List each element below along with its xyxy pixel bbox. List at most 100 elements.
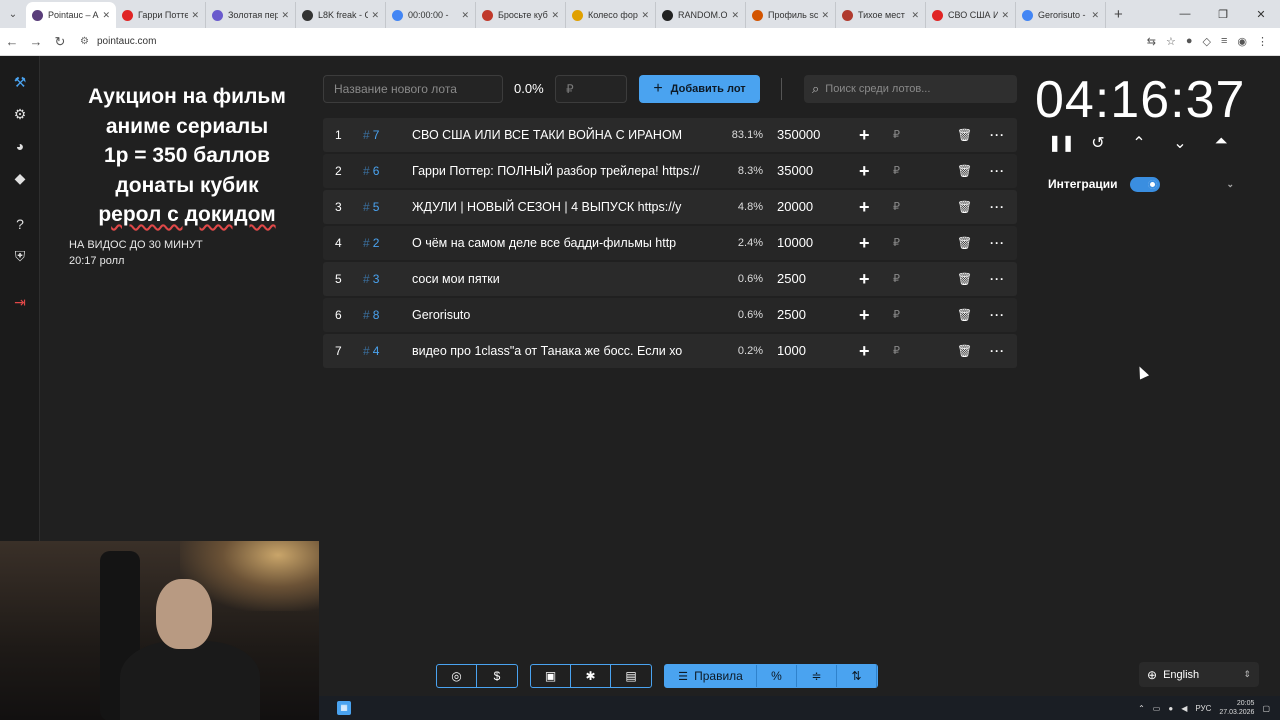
site-info-icon[interactable]: ⚙ bbox=[80, 36, 89, 47]
lot-id[interactable]: #3 bbox=[363, 262, 379, 296]
lot-id[interactable]: #6 bbox=[363, 154, 379, 188]
chevron-down-icon[interactable]: ⌄ bbox=[1226, 179, 1234, 190]
lot-name[interactable]: видео про 1class"a от Танака же босс. Ес… bbox=[412, 334, 712, 368]
network-icon[interactable]: ▭ bbox=[1153, 704, 1161, 713]
donate-dollar-icon[interactable]: $ bbox=[477, 665, 517, 687]
browser-tab[interactable]: СВО США И ✕ bbox=[926, 2, 1016, 28]
tab-close-icon[interactable]: ✕ bbox=[1091, 10, 1099, 21]
lot-amount[interactable]: 1000 bbox=[777, 334, 806, 368]
forward-icon[interactable]: → bbox=[24, 34, 48, 49]
trash-icon[interactable]: 🗑 bbox=[957, 190, 972, 224]
reload-icon[interactable]: ↻ bbox=[48, 34, 72, 50]
settings-gear-icon[interactable]: ⚙ bbox=[10, 104, 30, 124]
menu-icon[interactable]: ⋮ bbox=[1257, 35, 1268, 48]
trash-icon[interactable]: 🗑 bbox=[957, 226, 972, 260]
lot-id[interactable]: #7 bbox=[363, 118, 379, 152]
lot-name[interactable]: соси мои пятки bbox=[412, 262, 712, 296]
lot-id[interactable]: #2 bbox=[363, 226, 379, 260]
lot-name[interactable]: ЖДУЛИ | НОВЫЙ СЕЗОН | 4 ВЫПУСК https://y bbox=[412, 190, 712, 224]
close-window-icon[interactable]: ✕ bbox=[1242, 8, 1280, 21]
chevron-down-icon[interactable]: ⌄ bbox=[1171, 133, 1189, 153]
add-lot-button[interactable]: + Добавить лот bbox=[639, 75, 760, 103]
browser-tab[interactable]: Колесо фор ✕ bbox=[566, 2, 656, 28]
calculator-app-icon[interactable]: ▦ bbox=[337, 701, 351, 715]
more-options-icon[interactable]: ··· bbox=[990, 226, 1005, 260]
lot-amount[interactable]: 2500 bbox=[777, 298, 806, 332]
tab-close-icon[interactable]: ✕ bbox=[551, 10, 559, 21]
extensions-puzzle-icon[interactable]: ◇ bbox=[1203, 35, 1211, 48]
tab-close-icon[interactable]: ✕ bbox=[911, 10, 919, 21]
more-options-icon[interactable]: ··· bbox=[990, 262, 1005, 296]
trash-icon[interactable]: 🗑 bbox=[957, 298, 972, 332]
volume-icon[interactable]: ◀ bbox=[1181, 704, 1187, 713]
integrations-panel[interactable]: Интеграции ⌄ bbox=[1038, 170, 1246, 198]
new-lot-amount-input[interactable]: ₽ bbox=[555, 75, 627, 103]
browser-tab[interactable]: RANDOM.O ✕ bbox=[656, 2, 746, 28]
lot-name[interactable]: О чём на самом деле все бадди-фильмы htt… bbox=[412, 226, 712, 260]
add-amount-icon[interactable]: + bbox=[859, 334, 870, 368]
tab-close-icon[interactable]: ✕ bbox=[1001, 10, 1009, 21]
more-options-icon[interactable]: ··· bbox=[990, 190, 1005, 224]
sort-icon[interactable]: ⇅ bbox=[837, 665, 877, 687]
chevron-up-icon[interactable]: ⌃ bbox=[1130, 133, 1148, 153]
auction-gavel-icon[interactable]: ⚒ bbox=[10, 72, 30, 92]
lot-amount[interactable]: 350000 bbox=[777, 118, 820, 152]
lot-amount[interactable]: 10000 bbox=[777, 226, 813, 260]
browser-tab[interactable]: Тихое мест ✕ bbox=[836, 2, 926, 28]
more-options-icon[interactable]: ··· bbox=[990, 334, 1005, 368]
mic-icon[interactable]: ● bbox=[1168, 704, 1173, 713]
add-amount-icon[interactable]: + bbox=[859, 226, 870, 260]
more-options-icon[interactable]: ··· bbox=[990, 154, 1005, 188]
clock[interactable]: 20:05 27.03.2026 bbox=[1219, 699, 1254, 717]
lot-amount[interactable]: 35000 bbox=[777, 154, 813, 188]
percent-icon[interactable]: % bbox=[757, 665, 797, 687]
lot-search-input[interactable]: ⌕ Поиск среди лотов... bbox=[804, 75, 1017, 103]
tab-close-icon[interactable]: ✕ bbox=[281, 10, 289, 21]
add-amount-icon[interactable]: + bbox=[859, 154, 870, 188]
double-chevron-up-icon[interactable]: ⏶ bbox=[1212, 133, 1230, 153]
rules-button[interactable]: ☰ Правила bbox=[665, 665, 757, 687]
language-select[interactable]: ⊕ English ⇕ bbox=[1139, 662, 1259, 687]
notifications-icon[interactable]: ▢ bbox=[1262, 704, 1270, 713]
bug-icon[interactable]: ✱ bbox=[571, 665, 611, 687]
trash-icon[interactable]: 🗑 bbox=[957, 154, 972, 188]
add-amount-icon[interactable]: + bbox=[859, 298, 870, 332]
clear-icon[interactable]: ▤ bbox=[611, 665, 651, 687]
trash-icon[interactable]: 🗑 bbox=[957, 118, 972, 152]
browser-tab[interactable]: L8K freak - C ✕ bbox=[296, 2, 386, 28]
wheel-icon[interactable]: ◕ bbox=[10, 136, 30, 156]
help-icon[interactable]: ? bbox=[10, 214, 30, 234]
trash-icon[interactable]: 🗑 bbox=[957, 262, 972, 296]
browser-tab[interactable]: Профиль sc ✕ bbox=[746, 2, 836, 28]
tab-search-chevron-icon[interactable]: ⌄ bbox=[0, 9, 26, 20]
lot-amount[interactable]: 20000 bbox=[777, 190, 813, 224]
add-amount-icon[interactable]: + bbox=[859, 190, 870, 224]
tab-close-icon[interactable]: ✕ bbox=[641, 10, 649, 21]
maximize-icon[interactable]: ❐ bbox=[1204, 8, 1242, 21]
align-icon[interactable]: ≑ bbox=[797, 665, 837, 687]
bookmark-star-icon[interactable]: ☆ bbox=[1166, 35, 1176, 48]
logout-icon[interactable]: ⇥ bbox=[10, 292, 30, 312]
more-options-icon[interactable]: ··· bbox=[990, 118, 1005, 152]
browser-tab[interactable]: Бросьте куб ✕ bbox=[476, 2, 566, 28]
tab-close-icon[interactable]: ✕ bbox=[821, 10, 829, 21]
tab-close-icon[interactable]: ✕ bbox=[461, 10, 469, 21]
reset-icon[interactable]: ↺ bbox=[1089, 133, 1107, 153]
new-lot-input[interactable]: Название нового лота bbox=[323, 75, 503, 103]
browser-tab[interactable]: Pointauc – A ✕ bbox=[26, 2, 116, 28]
lot-name[interactable]: СВО США ИЛИ ВСЕ ТАКИ ВОЙНА С ИРАНОМ bbox=[412, 118, 712, 152]
new-tab-button[interactable]: + bbox=[1114, 6, 1123, 23]
browser-tab[interactable]: 00:00:00 - ✕ bbox=[386, 2, 476, 28]
profile-icon[interactable]: ◉ bbox=[1237, 35, 1247, 48]
minimize-icon[interactable]: — bbox=[1166, 8, 1204, 20]
pause-icon[interactable]: ❚❚ bbox=[1048, 133, 1075, 153]
tab-close-icon[interactable]: ✕ bbox=[371, 10, 379, 21]
lot-id[interactable]: #5 bbox=[363, 190, 379, 224]
github-icon[interactable]: ◎ bbox=[437, 665, 477, 687]
integrations-toggle[interactable] bbox=[1129, 176, 1160, 192]
lot-name[interactable]: Gerorisuto bbox=[412, 298, 712, 332]
tray-arrow-icon[interactable]: ⌃ bbox=[1138, 704, 1145, 713]
media-icon[interactable]: ≡ bbox=[1221, 35, 1227, 48]
input-language[interactable]: РУС bbox=[1195, 704, 1211, 713]
lot-id[interactable]: #8 bbox=[363, 298, 379, 332]
